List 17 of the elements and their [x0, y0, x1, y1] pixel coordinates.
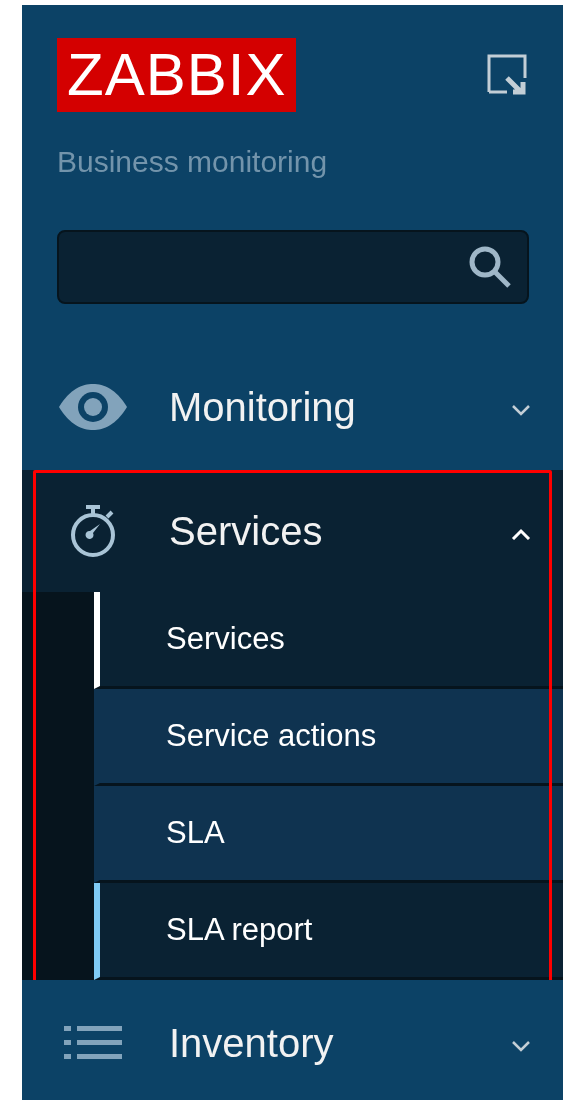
stopwatch-icon — [69, 503, 117, 559]
collapse-sidebar-button[interactable] — [485, 52, 529, 96]
submenu-item[interactable]: SLA — [94, 786, 563, 883]
collapse-icon — [485, 52, 529, 96]
chevron-down-icon — [511, 404, 531, 417]
submenu-item[interactable]: Services — [94, 592, 563, 689]
search-field[interactable] — [57, 230, 529, 304]
menu-item[interactable]: Services — [22, 470, 563, 592]
list-icon — [64, 1026, 122, 1060]
logo[interactable]: ZABBIX — [57, 38, 297, 112]
submenu-item[interactable]: Service actions — [94, 689, 563, 786]
chevron-down-icon — [511, 1040, 531, 1053]
sidebar-subtitle: Business monitoring — [57, 144, 329, 180]
submenu-item[interactable]: SLA report — [94, 883, 563, 980]
chevron-up-icon — [511, 528, 531, 541]
search-icon[interactable] — [467, 244, 513, 290]
eye-icon — [58, 383, 128, 431]
